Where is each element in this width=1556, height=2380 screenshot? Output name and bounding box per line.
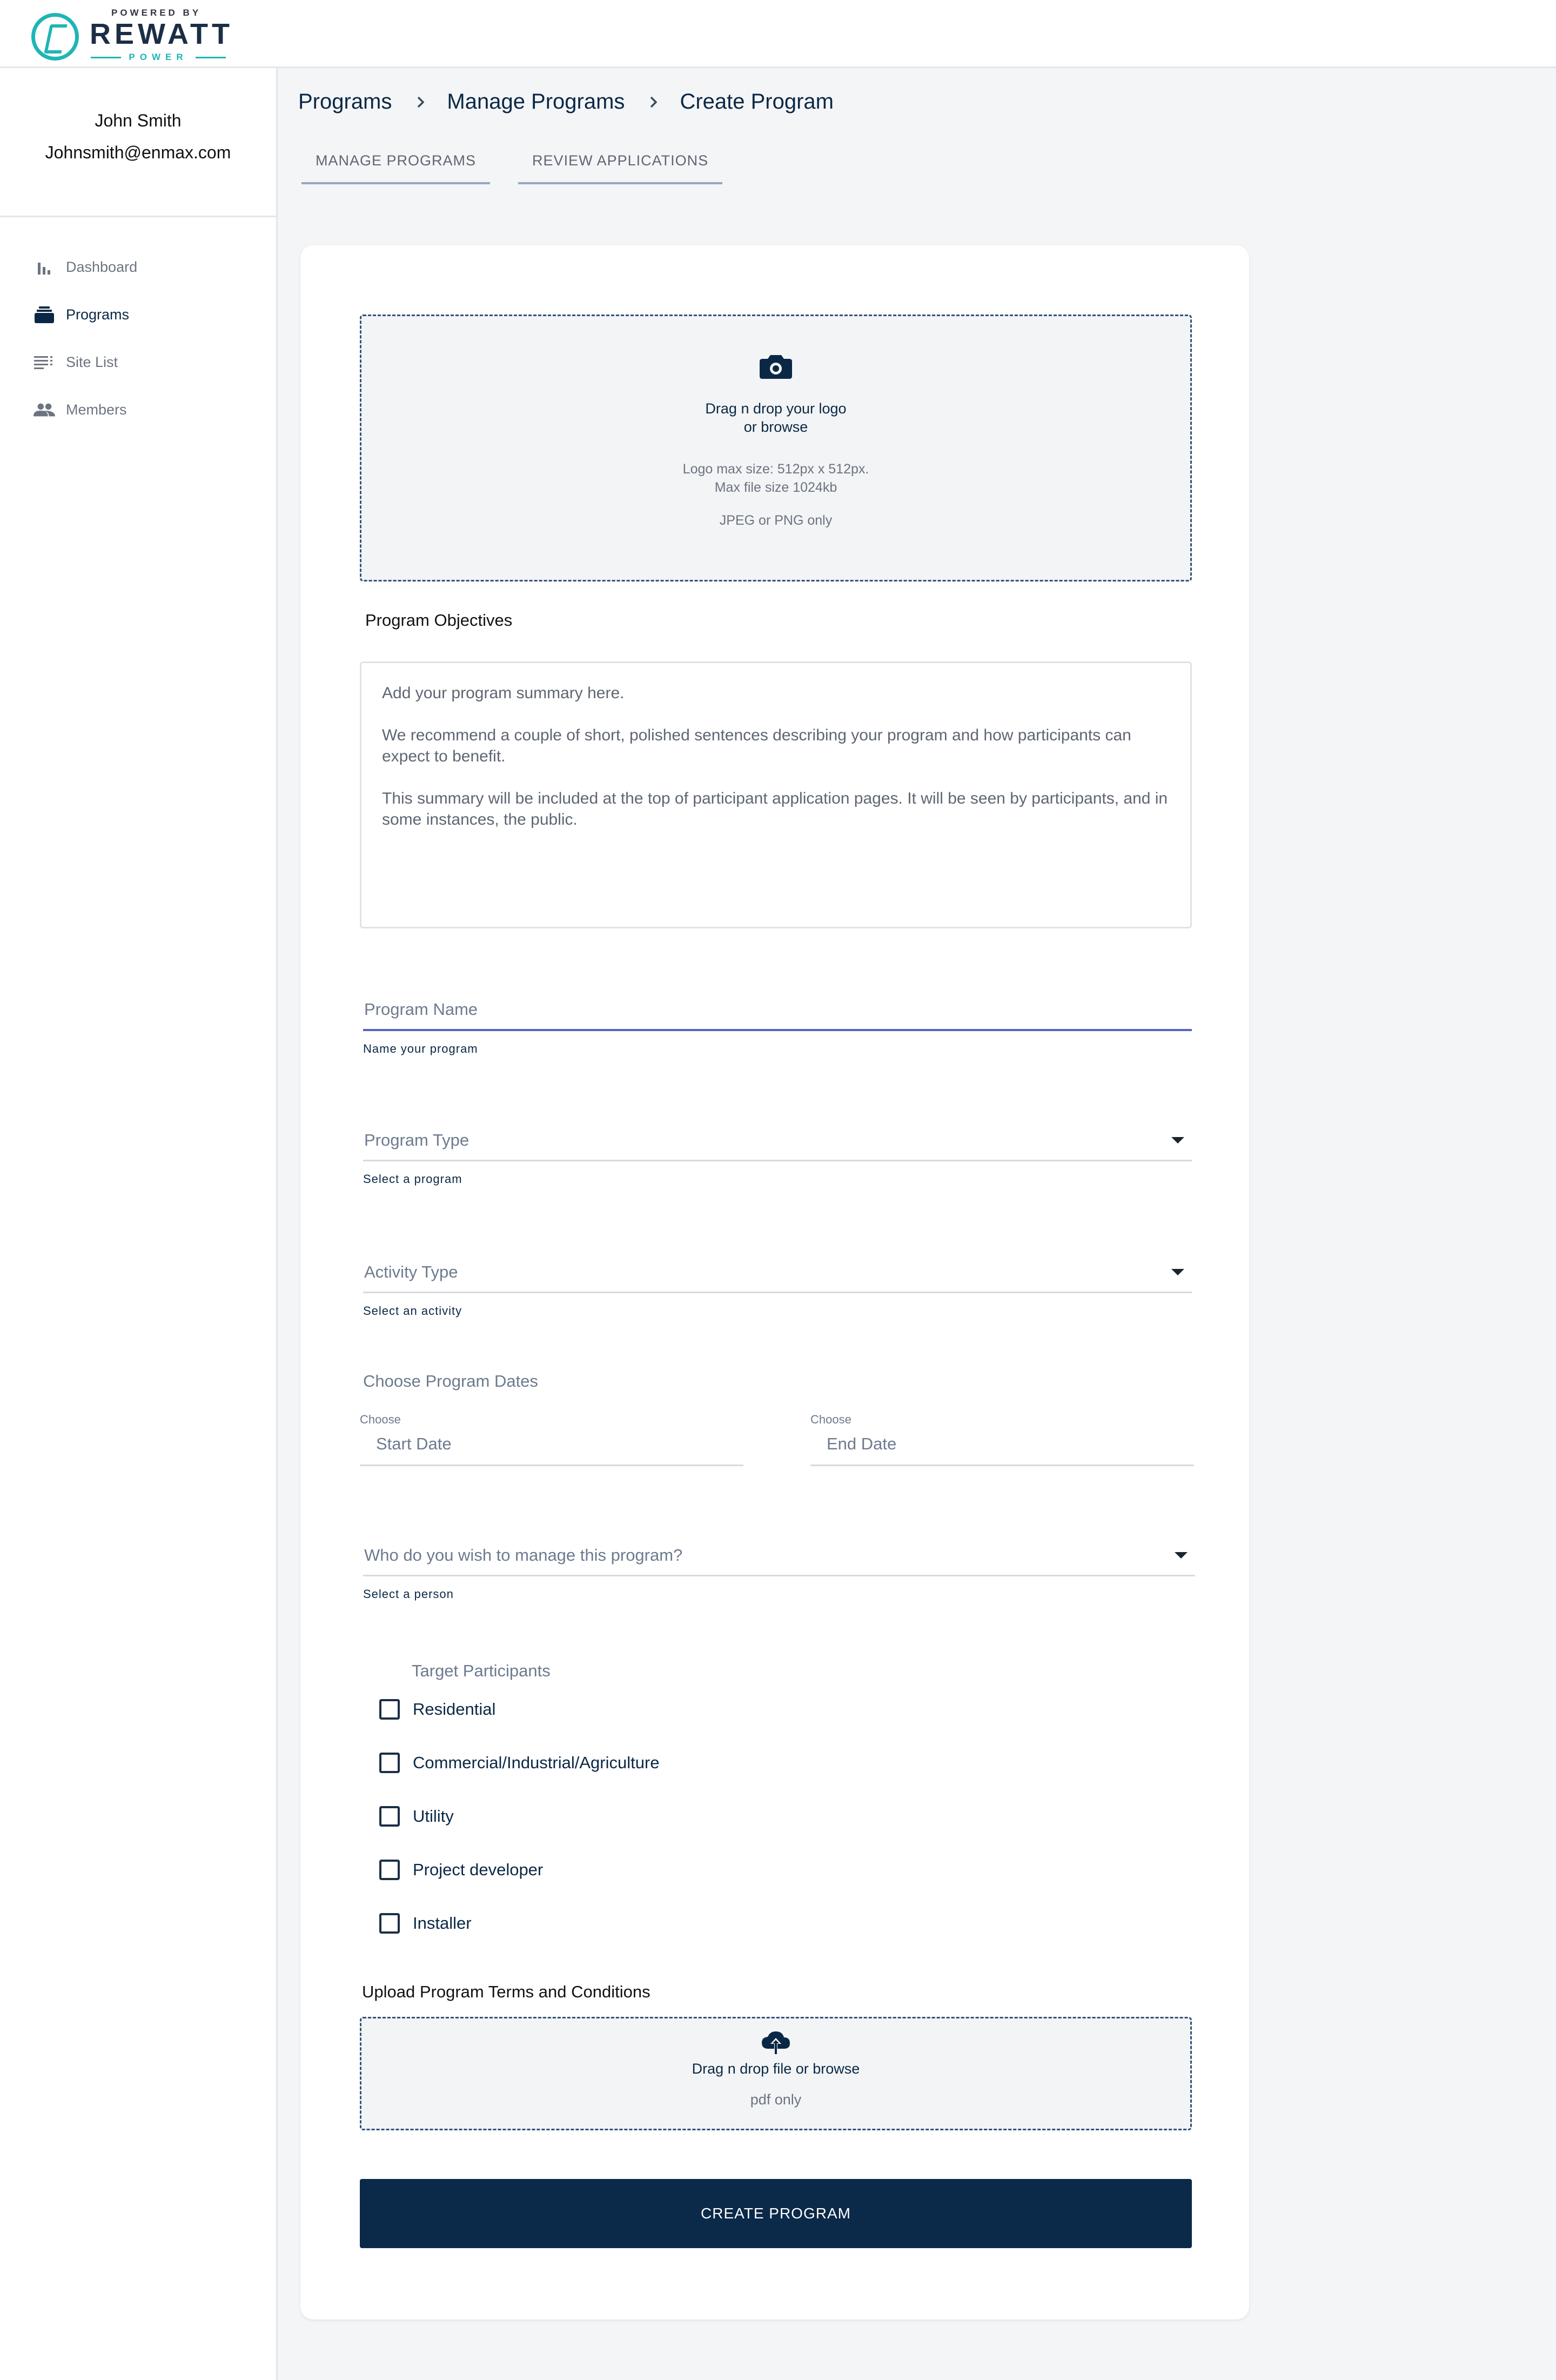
create-program-form: Drag n drop your logo or browse Logo max…: [300, 245, 1249, 2319]
user-name: John Smith: [95, 110, 182, 130]
logo-size-note: Logo max size: 512px x 512px.: [682, 462, 869, 477]
sidebar-item-label: Dashboard: [66, 258, 138, 275]
caret-down-icon[interactable]: [1171, 1269, 1184, 1275]
program-type-select[interactable]: Program Type Select a program: [363, 1131, 1192, 1186]
start-date-input[interactable]: Start Date: [360, 1434, 743, 1454]
tab-review-applications[interactable]: REVIEW APPLICATIONS: [518, 144, 723, 184]
logo-dropzone[interactable]: Drag n drop your logo or browse Logo max…: [360, 315, 1192, 581]
sidebar: John Smith Johnsmith@enmax.com Dashboard…: [0, 68, 278, 2380]
target-participants-label: Target Participants: [412, 1661, 551, 1680]
cloud-upload-icon: [761, 2030, 791, 2054]
checkbox-icon[interactable]: [379, 1753, 400, 1773]
breadcrumb-programs[interactable]: Programs: [298, 90, 392, 114]
logo-drop-text: Drag n drop your logo: [705, 400, 847, 417]
checkbox-icon[interactable]: [379, 1806, 400, 1827]
terms-format-note: pdf only: [750, 2091, 802, 2108]
end-date-field[interactable]: Choose End Date: [810, 1413, 1194, 1466]
breadcrumb-manage-programs[interactable]: Manage Programs: [447, 90, 625, 114]
sidebar-item-programs[interactable]: Programs: [0, 291, 276, 338]
logo-browse-link[interactable]: or browse: [361, 418, 1190, 436]
user-email: Johnsmith@enmax.com: [45, 142, 231, 162]
program-name-hint: Name your program: [363, 1042, 478, 1055]
checkbox-project-developer[interactable]: Project developer: [379, 1860, 543, 1880]
sidebar-item-label: Members: [66, 401, 127, 418]
sidebar-item-label: Site List: [66, 353, 118, 370]
bar-chart-icon: [33, 257, 55, 277]
checkbox-label[interactable]: Residential: [413, 1700, 495, 1719]
manager-select[interactable]: Who do you wish to manage this program? …: [363, 1546, 1195, 1601]
checkbox-residential[interactable]: Residential: [379, 1699, 495, 1720]
caret-down-icon[interactable]: [1171, 1137, 1184, 1144]
activity-type-value[interactable]: Activity Type: [363, 1262, 1192, 1282]
sidebar-nav: Dashboard Programs Site List Members: [0, 217, 276, 433]
input-underline: [363, 1029, 1192, 1031]
people-icon: [33, 400, 55, 419]
rewatt-logo[interactable]: POWERED BY REWATT POWER: [31, 8, 230, 63]
logo-name: REWATT: [90, 18, 233, 50]
sidebar-item-label: Programs: [66, 306, 130, 323]
checkbox-label[interactable]: Utility: [413, 1807, 454, 1826]
chevron-right-icon: [417, 96, 425, 109]
checkbox-utility[interactable]: Utility: [379, 1806, 454, 1827]
end-date-input[interactable]: End Date: [810, 1434, 1194, 1454]
create-program-button[interactable]: CREATE PROGRAM: [360, 2179, 1192, 2248]
program-name-input[interactable]: Program Name: [363, 1000, 1192, 1019]
top-bar: POWERED BY REWATT POWER: [0, 0, 1556, 68]
program-type-value[interactable]: Program Type: [363, 1131, 1192, 1150]
manager-hint: Select a person: [363, 1587, 454, 1601]
logo-file-size-note: Max file size 1024kb: [714, 480, 837, 495]
manager-value[interactable]: Who do you wish to manage this program?: [363, 1546, 1195, 1565]
input-underline: [360, 1465, 743, 1466]
input-underline: [363, 1575, 1195, 1576]
input-underline: [363, 1160, 1192, 1161]
checkbox-label[interactable]: Commercial/Industrial/Agriculture: [413, 1753, 660, 1773]
program-name-field[interactable]: Program Name Name your program: [363, 1000, 1192, 1056]
sidebar-item-site-list[interactable]: Site List: [0, 338, 276, 386]
activity-type-select[interactable]: Activity Type Select an activity: [363, 1262, 1192, 1318]
logo-sub: POWER: [91, 52, 226, 63]
checkbox-installer[interactable]: Installer: [379, 1913, 472, 1934]
checkbox-icon[interactable]: [379, 1913, 400, 1934]
checkbox-icon[interactable]: [379, 1860, 400, 1880]
terms-label: Upload Program Terms and Conditions: [362, 1982, 650, 2001]
logo-powered-by: POWERED BY: [111, 8, 202, 18]
checkbox-label[interactable]: Installer: [413, 1914, 472, 1933]
summary-paragraph: We recommend a couple of short, polished…: [382, 726, 1131, 765]
terms-dropzone[interactable]: Drag n drop file or browse pdf only: [360, 2017, 1192, 2130]
program-summary-textarea[interactable]: Add your program summary here. We recomm…: [360, 661, 1192, 928]
checkbox-icon[interactable]: [379, 1699, 400, 1720]
checkbox-label[interactable]: Project developer: [413, 1860, 543, 1880]
logo-format-note: JPEG or PNG only: [719, 513, 833, 528]
start-date-field[interactable]: Choose Start Date: [360, 1413, 743, 1466]
input-underline: [810, 1465, 1194, 1466]
tab-bar: MANAGE PROGRAMS REVIEW APPLICATIONS: [301, 144, 723, 184]
sidebar-item-dashboard[interactable]: Dashboard: [0, 243, 276, 291]
objectives-label: Program Objectives: [365, 611, 513, 630]
program-type-hint: Select a program: [363, 1172, 462, 1186]
logo-sub-text: POWER: [129, 52, 188, 62]
summary-paragraph: This summary will be included at the top…: [382, 790, 1168, 828]
camera-icon: [760, 353, 792, 379]
activity-type-hint: Select an activity: [363, 1304, 462, 1318]
user-profile: John Smith Johnsmith@enmax.com: [0, 68, 276, 217]
tab-manage-programs[interactable]: MANAGE PROGRAMS: [301, 144, 491, 184]
breadcrumb-create-program: Create Program: [680, 90, 834, 113]
summary-paragraph: Add your program summary here.: [382, 684, 625, 702]
checkbox-commercial[interactable]: Commercial/Industrial/Agriculture: [379, 1753, 660, 1773]
logo-mark-icon: [31, 13, 79, 61]
start-date-caption: Choose: [360, 1413, 401, 1426]
list-icon: [33, 352, 55, 372]
sidebar-item-members[interactable]: Members: [0, 386, 276, 433]
inbox-stack-icon: [33, 305, 55, 324]
input-underline: [363, 1292, 1192, 1293]
caret-down-icon[interactable]: [1175, 1552, 1188, 1559]
breadcrumb: Programs Manage Programs Create Program: [298, 90, 834, 114]
terms-drop-text[interactable]: Drag n drop file or browse: [361, 2061, 1190, 2077]
end-date-caption: Choose: [810, 1413, 851, 1426]
chevron-right-icon: [649, 96, 658, 109]
dates-label: Choose Program Dates: [363, 1372, 538, 1390]
